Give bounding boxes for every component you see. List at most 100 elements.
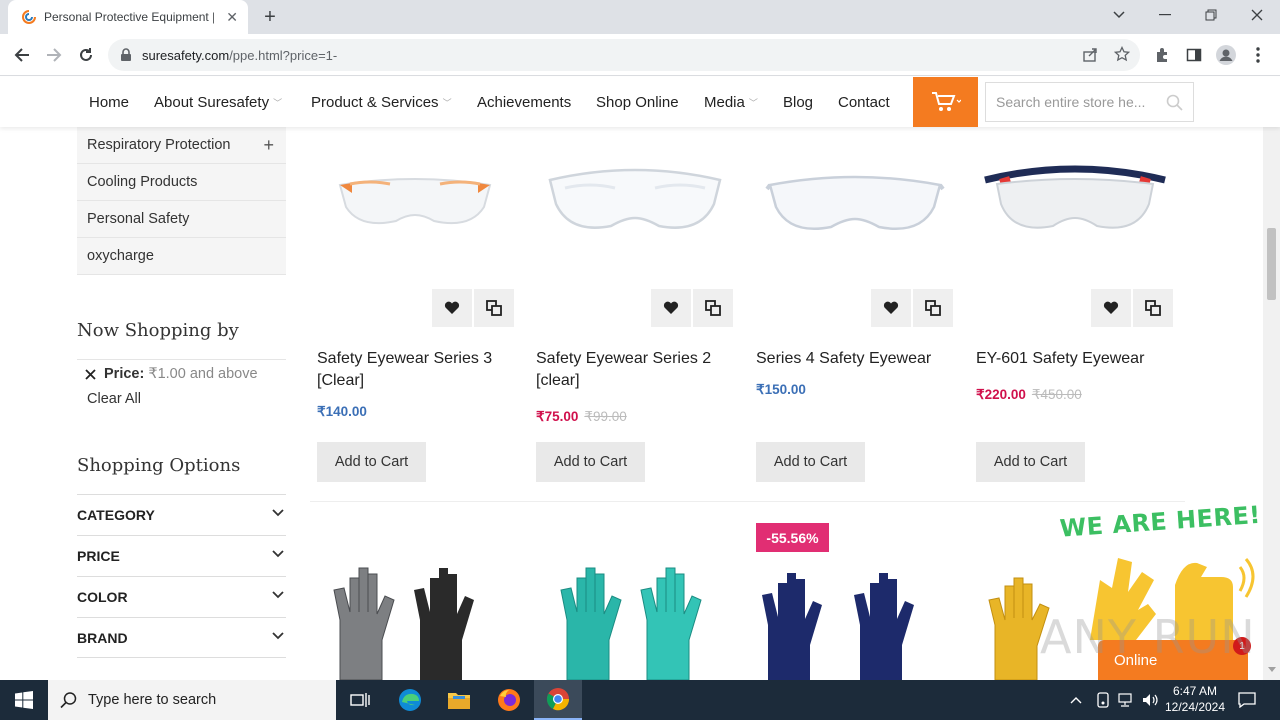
windows-start-icon[interactable] xyxy=(0,680,48,720)
cart-icon xyxy=(931,91,961,113)
notification-center-icon[interactable] xyxy=(1238,680,1256,720)
nav-media[interactable]: Media ﹀ xyxy=(704,77,758,127)
add-to-cart-button[interactable]: Add to Cart xyxy=(536,442,645,482)
filter-option-color[interactable]: COLOR xyxy=(77,576,286,617)
filter-option-brand[interactable]: BRAND xyxy=(77,617,286,658)
product-image-eyewear[interactable] xyxy=(975,140,1175,260)
row-divider xyxy=(310,501,1185,502)
search-icon[interactable] xyxy=(1166,94,1183,111)
taskbar-search[interactable]: Type here to search xyxy=(48,680,336,720)
nav-blog[interactable]: Blog xyxy=(783,77,813,127)
volume-icon[interactable] xyxy=(1142,680,1160,720)
product-name[interactable]: Safety Eyewear Series 3 [Clear] xyxy=(317,348,517,392)
address-bar[interactable]: suresafety.com/ppe.html?price=1- xyxy=(108,39,1140,71)
expand-plus-icon[interactable]: + xyxy=(263,135,274,156)
category-item-personal-safety[interactable]: Personal Safety xyxy=(77,201,286,238)
filter-label: Price: xyxy=(104,366,145,382)
filter-option-price[interactable]: PRICE xyxy=(77,535,286,576)
clock-time: 6:47 AM xyxy=(1172,684,1218,698)
product-image-eyewear[interactable] xyxy=(755,140,955,260)
nav-shop-online[interactable]: Shop Online xyxy=(596,77,679,127)
browser-tab-bar: Personal Protective Equipment | ✕ + xyxy=(0,0,1280,34)
system-clock[interactable]: 6:47 AM 12/24/2024 xyxy=(1160,683,1230,715)
site-favicon-icon xyxy=(22,10,36,24)
nav-contact[interactable]: Contact xyxy=(838,77,890,127)
compare-icon[interactable] xyxy=(474,289,514,327)
file-explorer-icon[interactable] xyxy=(435,680,483,720)
chrome-icon[interactable] xyxy=(534,680,582,720)
extensions-icon[interactable] xyxy=(1152,45,1172,65)
firefox-icon[interactable] xyxy=(485,680,533,720)
new-tab-icon[interactable]: + xyxy=(258,5,282,29)
product-image-eyewear[interactable] xyxy=(315,140,515,260)
bookmark-star-icon[interactable] xyxy=(1114,46,1130,62)
store-search[interactable] xyxy=(985,82,1194,122)
clear-all-link[interactable]: Clear All xyxy=(87,391,296,407)
wishlist-heart-icon[interactable] xyxy=(651,289,691,327)
wishlist-heart-icon[interactable] xyxy=(1091,289,1131,327)
lock-icon[interactable] xyxy=(120,48,132,62)
remove-filter-icon[interactable] xyxy=(85,369,96,380)
chevron-down-icon: ﹀ xyxy=(273,97,283,108)
old-price: ₹450.00 xyxy=(1031,387,1082,402)
browser-toolbar: suresafety.com/ppe.html?price=1- xyxy=(0,34,1280,76)
add-to-cart-button[interactable]: Add to Cart xyxy=(976,442,1085,482)
forward-icon[interactable] xyxy=(42,43,66,67)
wishlist-heart-icon[interactable] xyxy=(432,289,472,327)
browser-menu-icon[interactable] xyxy=(1248,45,1268,65)
compare-icon[interactable] xyxy=(1133,289,1173,327)
nav-home[interactable]: Home xyxy=(89,77,129,127)
side-panel-icon[interactable] xyxy=(1184,45,1204,65)
wishlist-heart-icon[interactable] xyxy=(871,289,911,327)
window-close-icon[interactable] xyxy=(1234,0,1280,30)
product-image-gloves-grey[interactable] xyxy=(330,560,510,680)
filter-option-category[interactable]: CATEGORY xyxy=(77,494,286,535)
device-icon[interactable] xyxy=(1096,680,1110,720)
old-price: ₹99.00 xyxy=(584,409,627,424)
nav-achievements[interactable]: Achievements xyxy=(477,77,571,127)
category-item-respiratory[interactable]: Respiratory Protection + xyxy=(77,127,286,164)
nav-about[interactable]: About Suresafety ﹀ xyxy=(154,77,282,127)
product-price: ₹220.00 ₹450.00 xyxy=(976,387,1082,402)
back-icon[interactable] xyxy=(10,43,34,67)
browser-tab[interactable]: Personal Protective Equipment | ✕ xyxy=(8,0,248,34)
restore-icon[interactable] xyxy=(1188,0,1234,30)
cart-button[interactable] xyxy=(913,77,978,127)
reload-icon[interactable] xyxy=(74,43,98,67)
share-icon[interactable] xyxy=(1082,47,1098,63)
nav-products-services[interactable]: Product & Services ﹀ xyxy=(311,77,452,127)
divider xyxy=(77,359,286,360)
search-icon xyxy=(60,691,78,709)
chevron-down-icon xyxy=(272,550,284,558)
tab-close-icon[interactable]: ✕ xyxy=(226,9,238,26)
tab-search-icon[interactable] xyxy=(1096,0,1142,30)
minimize-icon[interactable] xyxy=(1142,0,1188,30)
product-image-gloves-navy[interactable] xyxy=(760,565,950,680)
product-actions xyxy=(432,289,514,327)
product-name[interactable]: Series 4 Safety Eyewear xyxy=(756,348,956,370)
category-item-oxycharge[interactable]: oxycharge xyxy=(77,238,286,275)
store-search-input[interactable] xyxy=(996,94,1161,110)
clock-date: 12/24/2024 xyxy=(1164,700,1226,714)
product-image-gloves-teal[interactable] xyxy=(555,560,735,680)
compare-icon[interactable] xyxy=(693,289,733,327)
tray-chevron-up-icon[interactable] xyxy=(1070,680,1082,720)
network-icon[interactable] xyxy=(1118,680,1136,720)
tab-title: Personal Protective Equipment | xyxy=(44,10,214,24)
scroll-down-arrow-icon[interactable] xyxy=(1268,667,1276,673)
product-name[interactable]: EY-601 Safety Eyewear xyxy=(976,348,1176,370)
product-name[interactable]: Safety Eyewear Series 2 [clear] xyxy=(536,348,736,392)
add-to-cart-button[interactable]: Add to Cart xyxy=(317,442,426,482)
url-text[interactable]: suresafety.com/ppe.html?price=1- xyxy=(142,48,337,63)
compare-icon[interactable] xyxy=(913,289,953,327)
category-list: Respiratory Protection + Cooling Products… xyxy=(77,127,286,275)
add-to-cart-button[interactable]: Add to Cart xyxy=(756,442,865,482)
scrollbar-thumb[interactable] xyxy=(1267,228,1276,300)
discount-badge: -55.56% xyxy=(756,523,829,552)
product-image-eyewear[interactable] xyxy=(535,140,735,260)
edge-browser-icon[interactable] xyxy=(386,680,434,720)
task-view-icon[interactable] xyxy=(336,680,384,720)
category-item-cooling[interactable]: Cooling Products xyxy=(77,164,286,201)
profile-avatar-icon[interactable] xyxy=(1216,45,1236,65)
page-scrollbar[interactable] xyxy=(1263,127,1280,680)
